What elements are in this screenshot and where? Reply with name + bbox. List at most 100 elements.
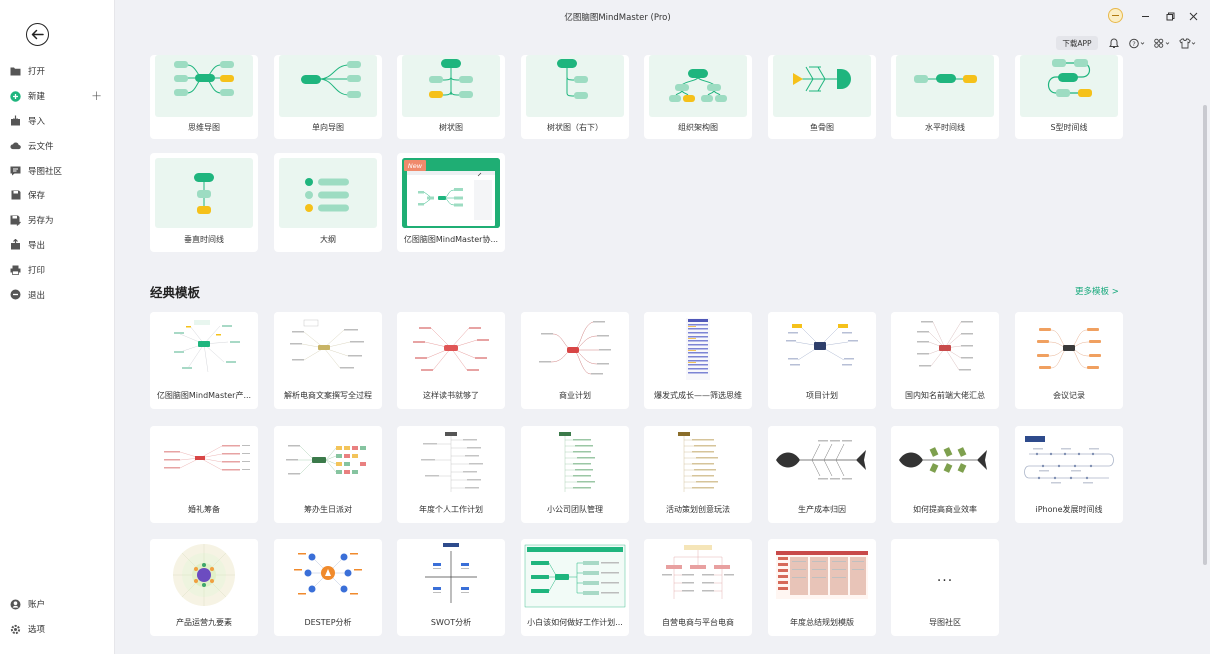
sidebar-item-exit[interactable]: 退出 [0, 282, 115, 307]
notification-bell-icon[interactable] [1109, 36, 1119, 50]
layout-card-vertical-timeline[interactable]: 垂直时间线 [150, 153, 258, 252]
sidebar-item-open[interactable]: 打开 [0, 59, 115, 84]
add-icon[interactable]: + [91, 89, 102, 104]
restore-icon [1166, 12, 1174, 20]
sidebar-item-export[interactable]: 导出 [0, 233, 115, 258]
sidebar-item-account[interactable]: 账户 [0, 592, 115, 617]
tree-thumbnail [402, 55, 500, 117]
save-icon [10, 190, 21, 201]
template-thumbnail [521, 539, 629, 609]
sidebar-menu: 打开 新建 + 导入 云文件 导图社区 保存 另存为 导出 打印 退出 [0, 59, 115, 307]
apps-grid-icon[interactable] [1154, 36, 1170, 50]
layout-card-mindmap[interactable]: 思维导图 [150, 55, 258, 139]
template-card-iphone-timeline[interactable]: iPhone发展时间线 [1015, 426, 1123, 523]
mindmap-thumbnail [155, 55, 253, 117]
help-icon[interactable]: ? [1129, 36, 1145, 50]
template-card-small-team-management[interactable]: 小公司团队管理 [521, 426, 629, 523]
template-card-destep[interactable]: DESTEP分析 [274, 539, 382, 636]
skin-shirt-icon[interactable] [1179, 36, 1196, 50]
template-thumbnail [644, 312, 752, 382]
template-thumbnail [768, 312, 876, 382]
layout-card-tree-right-down[interactable]: 树状图（右下） [521, 55, 629, 139]
template-label: 生产成本归因 [798, 505, 846, 514]
sidebar-item-new[interactable]: 新建 + [0, 84, 115, 109]
template-thumbnail [768, 426, 876, 496]
restore-button[interactable] [1163, 9, 1177, 23]
feedback-emoji-icon[interactable] [1108, 8, 1123, 23]
content-scrollbar[interactable] [1203, 105, 1207, 565]
template-card-business-plan[interactable]: 商业计划 [521, 312, 629, 409]
sidebar-item-label: 另存为 [28, 216, 54, 227]
svg-text:?: ? [1132, 40, 1135, 48]
sidebar-item-label: 保存 [28, 191, 46, 202]
template-thumbnail [768, 539, 876, 609]
template-card-annual-summary[interactable]: 年度总结规划模版 [768, 539, 876, 636]
minimize-button[interactable] [1138, 9, 1152, 23]
layout-card-outline[interactable]: 大纲 [274, 153, 382, 252]
sidebar-item-community[interactable]: 导图社区 [0, 158, 115, 183]
sidebar-item-print[interactable]: 打印 [0, 257, 115, 282]
layout-card-horizontal-timeline[interactable]: 水平时间线 [891, 55, 999, 139]
plus-circle-icon [10, 90, 21, 102]
template-card-project-plan[interactable]: 项目计划 [768, 312, 876, 409]
layout-card-collaboration[interactable]: New 亿图脑图MindMaster协... [397, 153, 505, 252]
template-label: SWOT分析 [430, 618, 472, 627]
template-label: 年度总结规划模版 [790, 618, 854, 627]
layout-card-org-chart[interactable]: 组织架构图 [644, 55, 752, 139]
template-card-annual-work-plan[interactable]: 年度个人工作计划 [397, 426, 505, 523]
template-label: 如何提高商业效率 [913, 505, 977, 514]
template-card-frontend-experts[interactable]: 国内知名前端大佬汇总 [891, 312, 999, 409]
template-card-production-cost[interactable]: 生产成本归因 [768, 426, 876, 523]
layout-label: 树状图 [439, 123, 463, 132]
template-card-wedding-prep[interactable]: 婚礼筹备 [150, 426, 258, 523]
sidebar-item-cloud[interactable]: 云文件 [0, 133, 115, 158]
template-card-swot[interactable]: SWOT分析 [397, 539, 505, 636]
more-templates-link[interactable]: 更多模板 > [1075, 285, 1119, 297]
template-label: iPhone发展时间线 [1035, 505, 1103, 514]
back-button[interactable] [26, 23, 49, 46]
template-label: 年度个人工作计划 [419, 505, 483, 514]
template-thumbnail [891, 426, 999, 496]
template-card-reading[interactable]: 这样读书就够了 [397, 312, 505, 409]
template-card-product-operations[interactable]: 产品运营九要素 [150, 539, 258, 636]
template-card-birthday-party[interactable]: 筹办生日派对 [274, 426, 382, 523]
template-card-community-more[interactable]: ... 导图社区 [891, 539, 999, 636]
template-card-mindmaster-product[interactable]: 亿图脑图MindMaster产... [150, 312, 258, 409]
sidebar-item-options[interactable]: 选项 [0, 617, 115, 642]
template-card-business-efficiency[interactable]: 如何提高商业效率 [891, 426, 999, 523]
sidebar-item-save-as[interactable]: 另存为 [0, 208, 115, 233]
template-label: 导图社区 [929, 618, 961, 627]
horizontal-timeline-thumbnail [896, 55, 994, 117]
template-card-ecommerce-copywriting[interactable]: 解析电商文案撰写全过程 [274, 312, 382, 409]
template-thumbnail [644, 426, 752, 496]
sidebar-item-save[interactable]: 保存 [0, 183, 115, 208]
layout-card-fishbone[interactable]: 鱼骨图 [768, 55, 876, 139]
template-card-event-planning[interactable]: 活动策划创意玩法 [644, 426, 752, 523]
template-label: 解析电商文案撰写全过程 [284, 391, 372, 400]
tree-right-down-thumbnail [526, 55, 624, 117]
template-thumbnail [150, 312, 258, 382]
sidebar-item-label: 云文件 [28, 141, 54, 152]
sidebar-item-label: 导出 [28, 240, 46, 251]
s-timeline-thumbnail [1020, 55, 1118, 117]
template-card-explosive-growth[interactable]: 爆发式成长——筛选思维 [644, 312, 752, 409]
layout-card-s-timeline[interactable]: S型时间线 [1015, 55, 1123, 139]
template-thumbnail [397, 426, 505, 496]
close-button[interactable] [1186, 9, 1200, 23]
template-label: 筹办生日派对 [304, 505, 352, 514]
sidebar-item-label: 打开 [28, 67, 46, 78]
template-card-ecommerce-comparison[interactable]: 自营电商与平台电商 [644, 539, 752, 636]
sidebar-item-label: 账户 [28, 600, 46, 611]
template-card-work-planning-guide[interactable]: 小白该如何做好工作计划... [521, 539, 629, 636]
sidebar-item-label: 导图社区 [28, 166, 63, 177]
download-app-button[interactable]: 下载APP [1056, 36, 1098, 50]
outline-thumbnail [279, 158, 377, 228]
sidebar-item-import[interactable]: 导入 [0, 109, 115, 134]
printer-icon [10, 264, 21, 275]
template-card-meeting-notes[interactable]: 会议记录 [1015, 312, 1123, 409]
layout-label: 亿图脑图MindMaster协... [403, 235, 499, 244]
layout-card-right-map[interactable]: 单向导图 [274, 55, 382, 139]
sidebar-bottom-menu: 账户 选项 [0, 592, 115, 642]
layout-card-tree[interactable]: 树状图 [397, 55, 505, 139]
account-icon [10, 599, 21, 610]
